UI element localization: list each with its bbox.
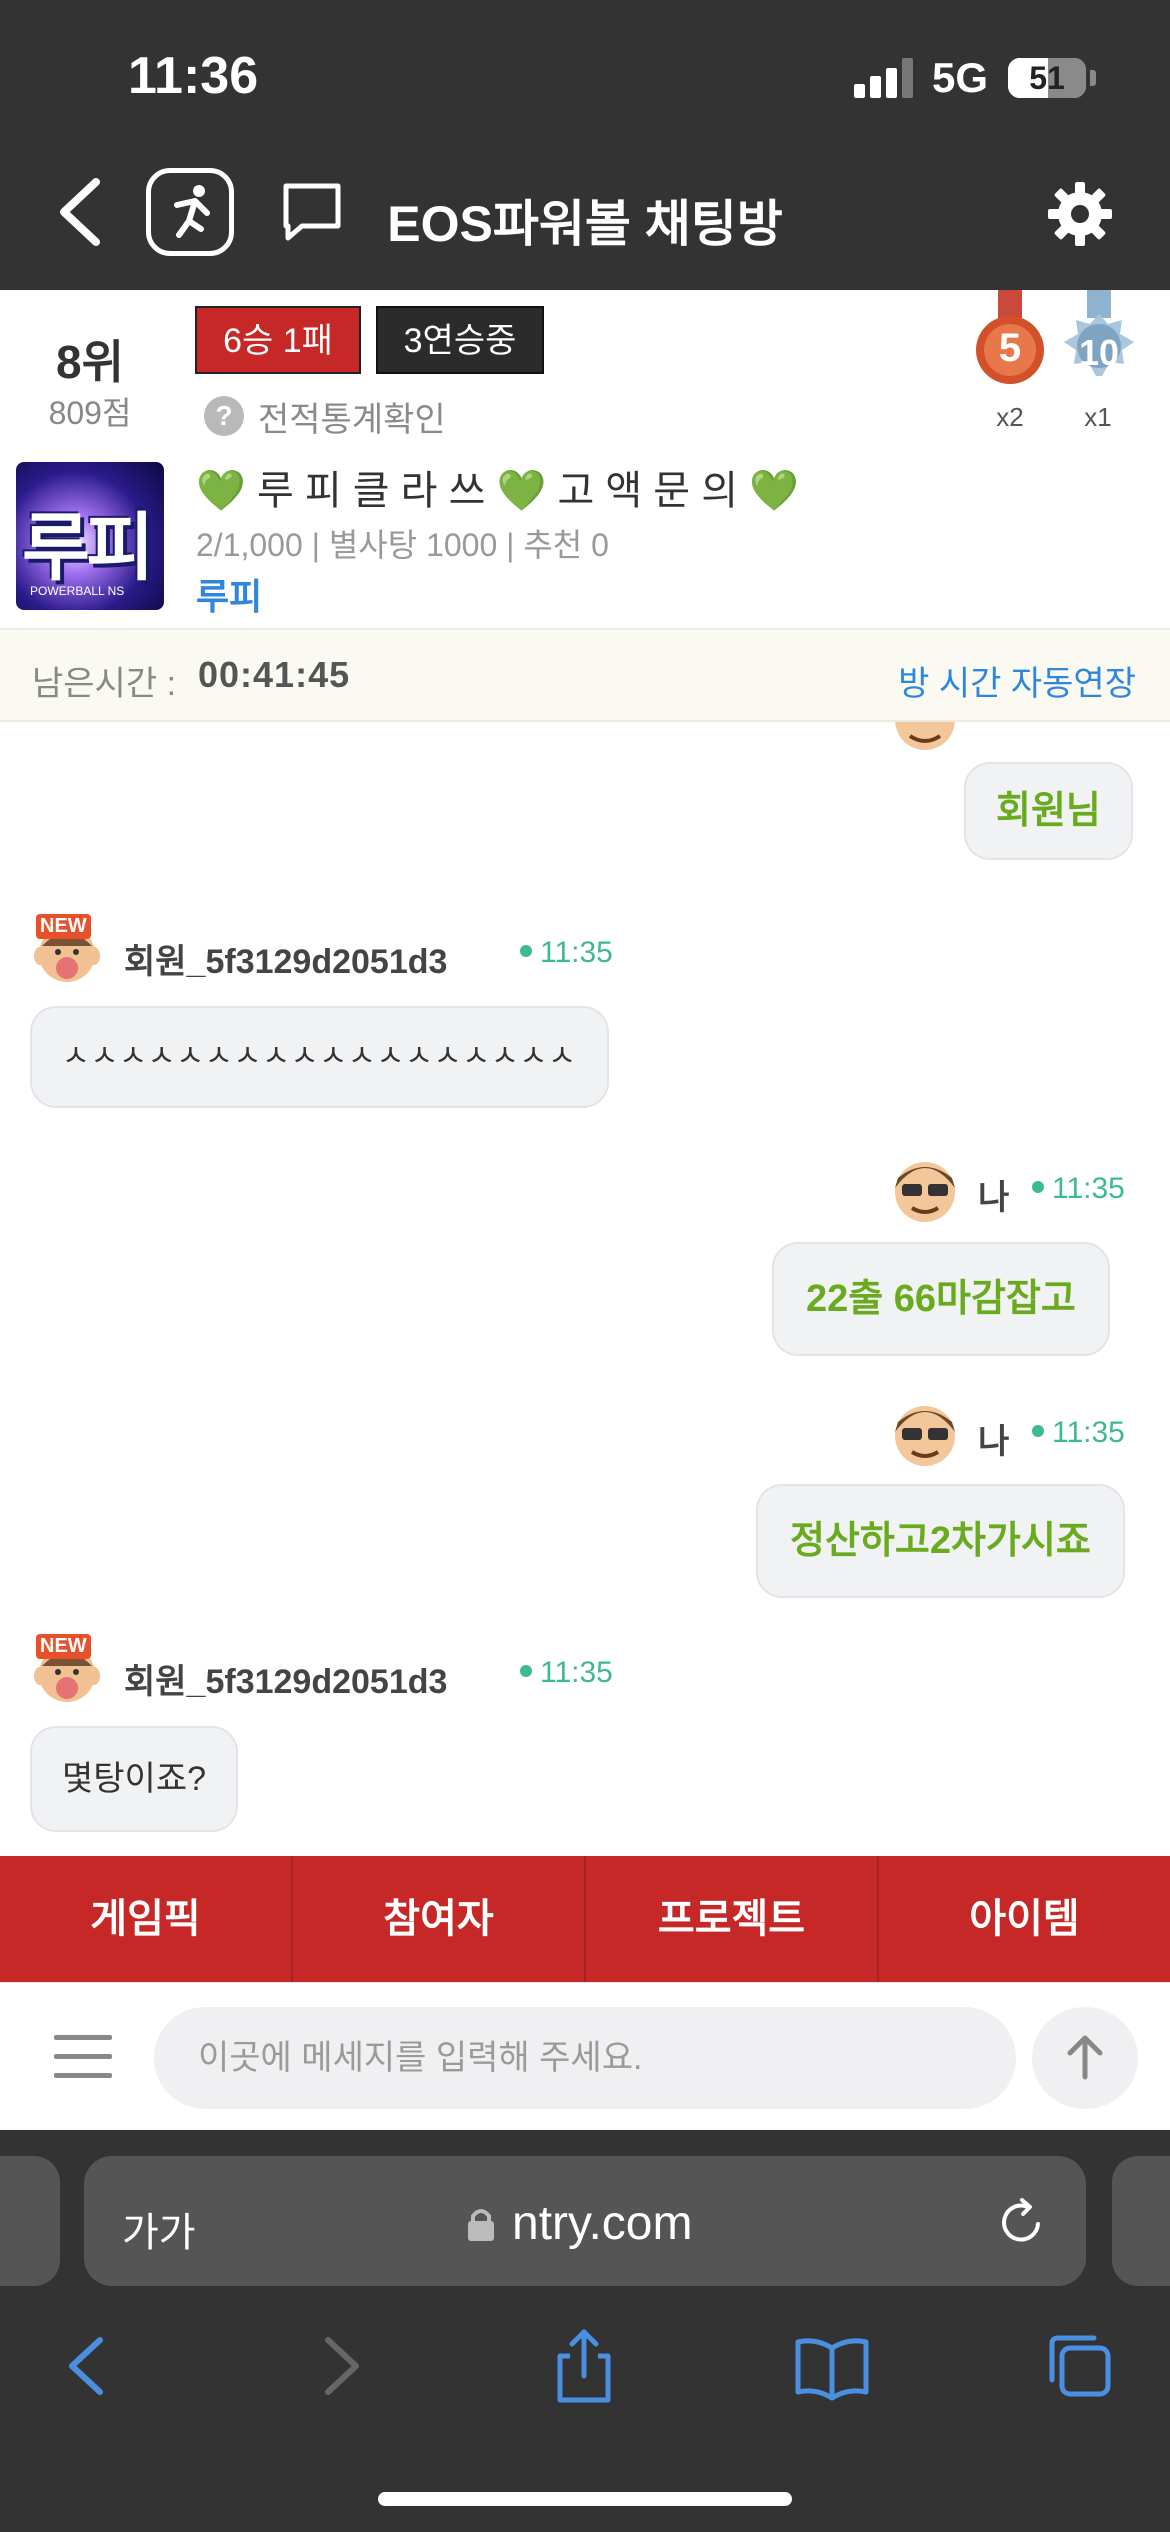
new-badge: NEW [36,1634,91,1659]
composer [0,1982,1170,2130]
room-owner-link[interactable]: 루피 [196,568,262,620]
green-heart-icon: 💚 [496,469,547,513]
message-time-text: 11:35 [540,936,613,969]
avatar [895,1162,955,1222]
bottom-tabs: 게임픽 참여자 프로젝트 아이템 [0,1856,1170,1982]
room-name: 💚 루 피 클 라 쓰 💚 고 액 문 의 💚 [196,458,799,516]
thumbnail-subtitle: POWERBALL NS [30,584,125,598]
medal-label: 10 [1078,332,1120,373]
timer-value: 00:41:45 [198,654,351,695]
url-text[interactable]: ntry.com [512,2196,692,2251]
message-input[interactable] [154,2007,1016,2109]
tab-project[interactable]: 프로젝트 [586,1856,879,1982]
message-sender[interactable]: 회원_5f3129d2051d3 [124,1654,447,1703]
green-heart-icon: 💚 [196,469,246,513]
auto-extend-link[interactable]: 방 시간 자동연장 [898,656,1136,705]
tab-items[interactable]: 아이템 [879,1856,1170,1982]
medal-label: 5 [998,326,1022,370]
page-title: EOS파워볼 채팅방 [387,196,783,252]
text-size-button[interactable]: 가가 [122,2200,196,2258]
avatar [895,722,955,750]
user-points: 809점 [48,395,132,431]
arrow-up-icon [1067,2035,1103,2080]
browser-forward-icon[interactable] [300,2326,380,2406]
win-loss-badge: 6승 1패 [195,306,361,374]
network-type: 5G [932,54,989,101]
avatar [895,1406,955,1466]
room-thumbnail: 루피 POWERBALL NS [16,462,164,610]
new-badge: NEW [36,914,91,939]
message-time: 11:35 [1032,1416,1125,1450]
home-indicator [378,2492,792,2506]
browser-back-icon[interactable] [48,2326,128,2406]
streak-badge: 3연승중 [376,306,544,374]
status-time: 11:36 [128,47,259,105]
message-bubble: 22출 66마감잡고 [772,1242,1110,1356]
message-sender: 나 [978,1179,1010,1217]
tabs-icon[interactable] [1040,2326,1120,2406]
send-button[interactable] [1032,2007,1138,2109]
message-bubble: 회원님 [964,762,1133,860]
lock-icon [468,2209,494,2241]
medal-count: x1 [1084,402,1112,432]
room-meta: 2/1,000 | 별사탕 1000 | 추천 0 [196,527,609,563]
message-sender[interactable]: 회원_5f3129d2051d3 [124,934,447,983]
medal-count: x2 [996,402,1024,432]
message-time: 11:35 [520,1656,613,1690]
tab-game-pick[interactable]: 게임픽 [0,1856,293,1982]
message-bubble: 몇탕이죠? [30,1726,239,1832]
next-tab-preview[interactable] [1112,2156,1170,2286]
browser-chrome: 가가 ntry.com [0,2130,1170,2532]
message-time-text: 11:35 [1052,1172,1125,1205]
timer-bar: 남은시간 : 00:41:45 방 시간 자동연장 [0,628,1170,722]
gear-icon[interactable] [1046,180,1114,248]
previous-tab-preview[interactable] [0,2156,60,2286]
user-rank: 8위 [56,336,124,388]
battery-level: 51 [1029,60,1065,96]
message-time-text: 11:35 [540,1656,613,1689]
bookmarks-icon[interactable] [792,2326,872,2406]
green-heart-icon: 💚 [749,469,799,513]
room-name-part: 루 피 클 라 쓰 [256,469,486,513]
app-header: 11:36 5G 51 EOS파워볼 채팅방 [0,0,1170,290]
address-bar[interactable]: 가가 ntry.com [84,2156,1086,2286]
battery-icon: 51 [1008,58,1086,98]
room-name-part: 고 액 문 의 [557,469,738,513]
message-sender: 나 [978,1423,1010,1461]
signal-icon [854,58,914,98]
share-icon[interactable] [544,2326,624,2406]
stats-link[interactable]: 전적통계확인 [258,392,446,441]
question-icon[interactable]: ? [204,396,244,436]
hamburger-menu-icon[interactable] [54,2035,112,2079]
reload-icon[interactable] [994,2194,1050,2250]
thumbnail-title: 루피 [22,506,154,589]
message-time: 11:35 [520,936,613,970]
message-bubble: ㅅㅅㅅㅅㅅㅅㅅㅅㅅㅅㅅㅅㅅㅅㅅㅅㅅㅅ [30,1006,609,1108]
message-time: 11:35 [1032,1172,1125,1206]
timer-label: 남은시간 : [32,665,177,703]
message-time-text: 11:35 [1052,1416,1125,1449]
tab-participants[interactable]: 참여자 [293,1856,586,1982]
battery-tip [1090,70,1096,86]
message-bubble: 정산하고2차가시죠 [756,1484,1125,1598]
chat-area[interactable]: 회원님 NEW 회원_5f3129d2051d3 11:35 ㅅㅅㅅㅅㅅㅅㅅㅅㅅ… [0,722,1170,1856]
